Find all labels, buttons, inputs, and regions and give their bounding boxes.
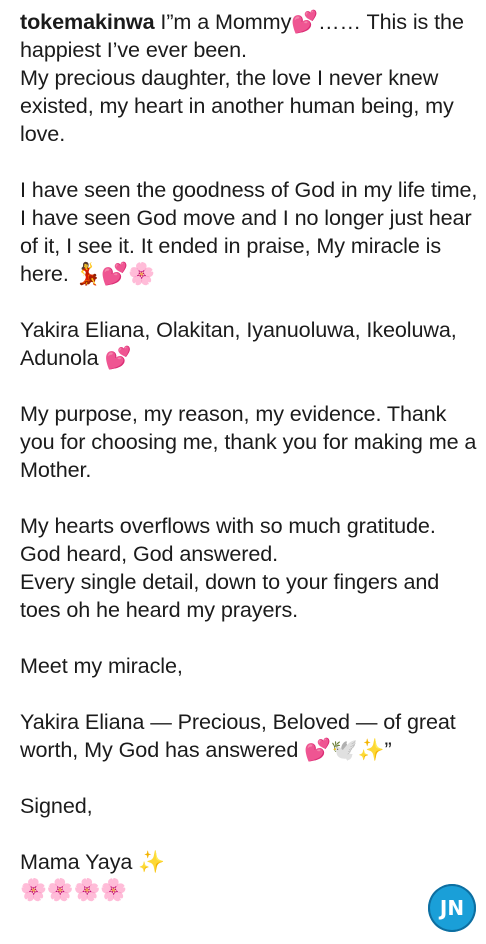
caption-first-paragraph: tokemakinwa I”m a Mommy💕…… This is the h… bbox=[20, 8, 480, 64]
caption-line: Every single detail, down to your finger… bbox=[20, 569, 440, 622]
caption-line: My precious daughter, the love I never k… bbox=[20, 65, 454, 146]
caption-line: Meet my miracle, bbox=[20, 653, 183, 678]
caption-line: My hearts overflows with so much gratitu… bbox=[20, 513, 436, 538]
jn-logo-watermark: JN bbox=[428, 884, 476, 932]
caption-line: Mama Yaya ✨ bbox=[20, 849, 166, 874]
caption-line: God heard, God answered. bbox=[20, 541, 279, 566]
caption-line: 🌸🌸🌸🌸 bbox=[20, 877, 128, 902]
username[interactable]: tokemakinwa bbox=[20, 9, 155, 34]
caption-line: My purpose, my reason, my evidence. Than… bbox=[20, 401, 477, 482]
watermark-text: JN bbox=[439, 896, 465, 920]
caption-line: I have seen the goodness of God in my li… bbox=[20, 177, 478, 286]
caption-line: Signed, bbox=[20, 793, 93, 818]
caption-line: Yakira Eliana, Olakitan, Iyanuoluwa, Ike… bbox=[20, 317, 457, 370]
post-caption: tokemakinwa I”m a Mommy💕…… This is the h… bbox=[20, 8, 480, 904]
caption-line: Yakira Eliana — Precious, Beloved — of g… bbox=[20, 709, 456, 762]
